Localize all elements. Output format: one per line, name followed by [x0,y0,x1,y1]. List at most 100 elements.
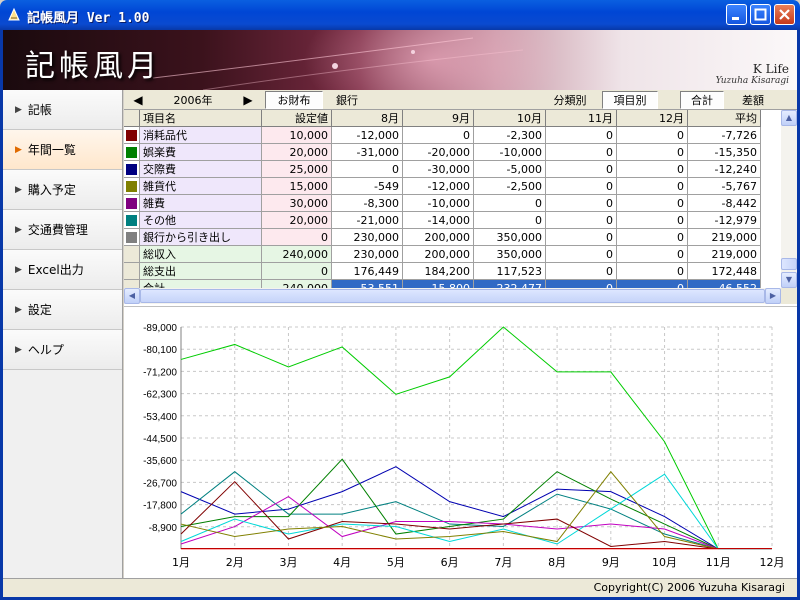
value-cell[interactable]: 172,448 [687,262,761,280]
table-row[interactable]: 合計240,00053,55115,800232,4770046,552 [124,279,761,288]
value-cell[interactable]: 0 [616,262,688,280]
close-button[interactable] [774,4,795,25]
table-row[interactable]: 銀行から引き出し 0 230,000 200,000 350,000 0 0 219,000 [124,228,761,246]
table-row[interactable]: 雑貨代 15,000 -549 -12,000 -2,500 0 0 -5,767 [124,177,761,195]
value-cell[interactable]: 200,000 [402,245,474,263]
value-cell[interactable]: 350,000 [473,245,546,263]
item-name-cell[interactable]: その他 [139,211,262,229]
item-name-cell[interactable]: 交際費 [139,160,262,178]
value-cell[interactable]: -30,000 [402,160,474,178]
sidebar-item-purchase-plan[interactable]: ▶ 購入予定 [3,170,122,210]
value-cell[interactable]: 184,200 [402,262,474,280]
table-row[interactable]: 娯楽費 20,000 -31,000 -20,000 -10,000 0 0 -15,350 [124,143,761,161]
column-header[interactable]: 平均 [687,110,761,127]
setting-cell[interactable]: 15,000 [261,177,332,195]
setting-cell[interactable]: 10,000 [261,126,332,144]
value-cell[interactable]: 0 [616,228,688,246]
setting-cell[interactable]: 30,000 [261,194,332,212]
value-cell[interactable]: -5,000 [473,160,546,178]
value-cell[interactable]: 0 [545,177,617,195]
item-name-cell[interactable]: 合計 [139,279,262,288]
prev-year-button[interactable]: ◀ [127,91,149,109]
value-cell[interactable]: -7,726 [687,126,761,144]
value-cell[interactable]: -12,979 [687,211,761,229]
table-vertical-scrollbar[interactable]: ▲ ▼ [781,110,797,288]
table-row[interactable]: 総支出 0 176,449 184,200 117,523 0 0 172,448 [124,262,761,280]
sidebar-item-transport[interactable]: ▶ 交通費管理 [3,210,122,250]
column-header[interactable]: 12月 [616,110,688,127]
value-cell[interactable]: 117,523 [473,262,546,280]
value-cell[interactable]: 0 [616,160,688,178]
scroll-left-button[interactable]: ◀ [124,288,140,304]
value-cell[interactable]: 0 [616,211,688,229]
sidebar-item-annual-list[interactable]: ▶ 年間一覧 [3,130,122,170]
scroll-down-button[interactable]: ▼ [781,272,797,288]
title-bar[interactable]: 記帳風月 Ver 1.00 [0,0,800,30]
value-cell[interactable]: 53,551 [331,279,403,288]
value-cell[interactable]: -14,000 [402,211,474,229]
value-cell[interactable]: 0 [616,279,688,288]
scroll-thumb[interactable] [140,289,765,303]
table-row[interactable]: 交際費 25,000 0 -30,000 -5,000 0 0 -12,240 [124,160,761,178]
column-header[interactable]: 10月 [473,110,546,127]
value-cell[interactable]: 0 [616,143,688,161]
item-name-cell[interactable]: 娯楽費 [139,143,262,161]
value-cell[interactable]: 0 [545,228,617,246]
value-cell[interactable]: 0 [331,160,403,178]
value-cell[interactable]: -2,500 [473,177,546,195]
value-cell[interactable]: -549 [331,177,403,195]
value-cell[interactable]: 219,000 [687,228,761,246]
value-cell[interactable]: 176,449 [331,262,403,280]
setting-cell[interactable]: 20,000 [261,211,332,229]
item-name-cell[interactable]: 雑貨代 [139,177,262,195]
by-category-toggle[interactable]: 分類別 [544,91,596,109]
value-cell[interactable]: 0 [545,245,617,263]
minimize-button[interactable] [726,4,747,25]
bank-toggle[interactable]: 銀行 [327,91,367,109]
value-cell[interactable]: -12,240 [687,160,761,178]
setting-cell[interactable]: 0 [261,262,332,280]
column-header[interactable]: 9月 [402,110,474,127]
value-cell[interactable]: 232,477 [473,279,546,288]
value-cell[interactable]: 0 [402,126,474,144]
next-year-button[interactable]: ▶ [237,91,259,109]
value-cell[interactable]: 0 [616,177,688,195]
value-cell[interactable]: 0 [545,126,617,144]
total-toggle[interactable]: 合計 [680,91,724,109]
item-name-cell[interactable]: 雑費 [139,194,262,212]
value-cell[interactable]: -2,300 [473,126,546,144]
setting-cell[interactable]: 240,000 [261,245,332,263]
value-cell[interactable]: 0 [473,194,546,212]
value-cell[interactable]: 0 [545,194,617,212]
value-cell[interactable]: 0 [545,262,617,280]
setting-cell[interactable]: 0 [261,228,332,246]
wallet-toggle[interactable]: お財布 [265,91,323,109]
maximize-button[interactable] [750,4,771,25]
column-header[interactable]: 項目名 [139,110,262,127]
scroll-up-button[interactable]: ▲ [781,110,797,126]
sidebar-item-settings[interactable]: ▶ 設定 [3,290,122,330]
table-row[interactable]: 総収入 240,000 230,000 200,000 350,000 0 0 219,000 [124,245,761,263]
value-cell[interactable]: 0 [616,245,688,263]
value-cell[interactable]: -12,000 [331,126,403,144]
item-name-cell[interactable]: 総収入 [139,245,262,263]
scroll-right-button[interactable]: ▶ [765,288,781,304]
value-cell[interactable]: -10,000 [402,194,474,212]
table-row[interactable]: 消耗品代 10,000 -12,000 0 -2,300 0 0 -7,726 [124,126,761,144]
value-cell[interactable]: 0 [545,211,617,229]
value-cell[interactable]: 0 [545,143,617,161]
column-header[interactable]: 設定値 [261,110,332,127]
value-cell[interactable]: 200,000 [402,228,474,246]
difference-toggle[interactable]: 差額 [730,91,776,109]
item-name-cell[interactable]: 総支出 [139,262,262,280]
value-cell[interactable]: -10,000 [473,143,546,161]
column-header[interactable]: 8月 [331,110,403,127]
table-horizontal-scrollbar[interactable]: ◀ ▶ [124,288,781,304]
item-name-cell[interactable]: 消耗品代 [139,126,262,144]
value-cell[interactable]: 0 [616,194,688,212]
value-cell[interactable]: -20,000 [402,143,474,161]
column-header[interactable]: 11月 [545,110,617,127]
sidebar-item-ledger[interactable]: ▶ 記帳 [3,90,122,130]
value-cell[interactable]: 219,000 [687,245,761,263]
setting-cell[interactable]: 240,000 [261,279,332,288]
